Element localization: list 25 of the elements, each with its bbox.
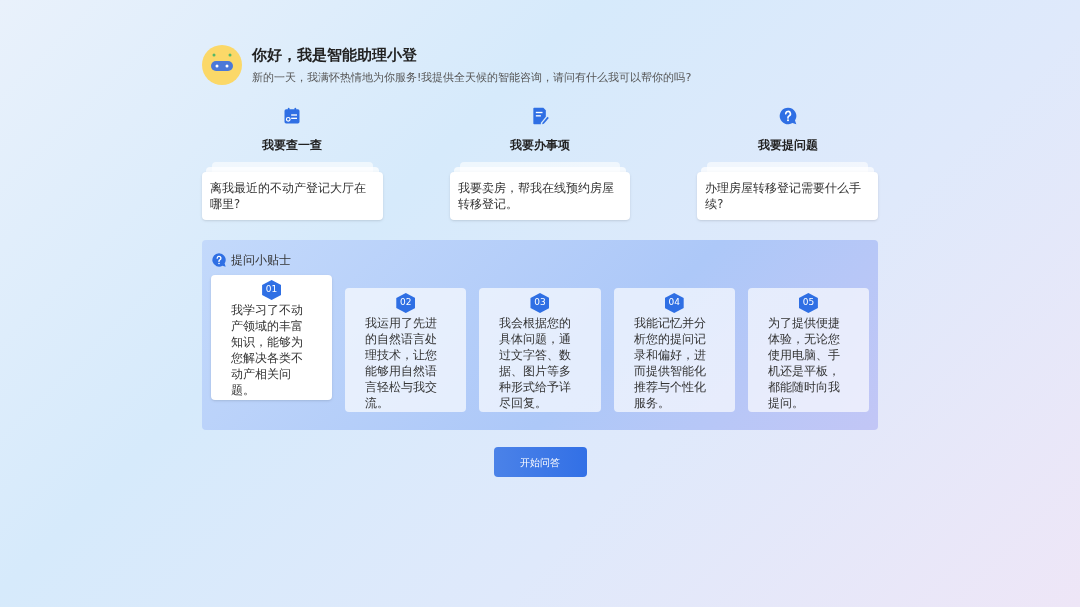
question-icon — [777, 106, 798, 126]
tip-text: 我能记忆并分析您的提问记录和偏好，进而提供智能化推荐与个性化服务。 — [633, 315, 707, 411]
tip-number-badge: 01 — [262, 280, 282, 300]
question-icon — [211, 252, 227, 268]
assistant-intro: 新的一天，我满怀热情地为你服务!我提供全天候的智能咨询，请问有什么我可以帮你的吗? — [252, 69, 692, 86]
example-question-card[interactable]: 我要卖房，帮我在线预约房屋转移登记。 — [449, 172, 631, 220]
tip-text: 为了提供便捷体验，无论您使用电脑、手机还是平板，都能随时向我提问。 — [767, 315, 841, 411]
assistant-greeting: 你好，我是智能助理小登 — [252, 45, 418, 66]
calendar-list-icon — [282, 106, 303, 126]
document-edit-icon — [530, 106, 550, 126]
tip-number-badge: 02 — [396, 293, 416, 313]
tip-number-badge: 04 — [664, 293, 684, 313]
tip-text: 我会根据您的具体问题，通过文字答、数据、图片等多种形式给予详尽回复。 — [499, 315, 573, 411]
tips-title: 提问小贴士 — [231, 252, 291, 269]
example-question-card[interactable]: 办理房屋转移登记需要什么手续? — [697, 172, 878, 220]
tip-number-badge: 03 — [530, 293, 550, 313]
tip-number-badge: 05 — [798, 293, 818, 313]
tip-text: 我学习了不动产领域的丰富知识，能够为您解决各类不动产相关问题。 — [231, 302, 304, 398]
start-button[interactable]: 开始问答 — [493, 447, 587, 477]
category-title: 我要提问题 — [757, 137, 818, 154]
category-title: 我要查一查 — [262, 137, 323, 154]
tip-text: 我运用了先进的自然语言处理技术，让您能够用自然语言轻松与我交流。 — [365, 315, 439, 411]
category-title: 我要办事项 — [510, 137, 570, 154]
example-question-card[interactable]: 离我最近的不动产登记大厅在哪里? — [202, 172, 383, 220]
robot-avatar-icon — [202, 45, 242, 85]
